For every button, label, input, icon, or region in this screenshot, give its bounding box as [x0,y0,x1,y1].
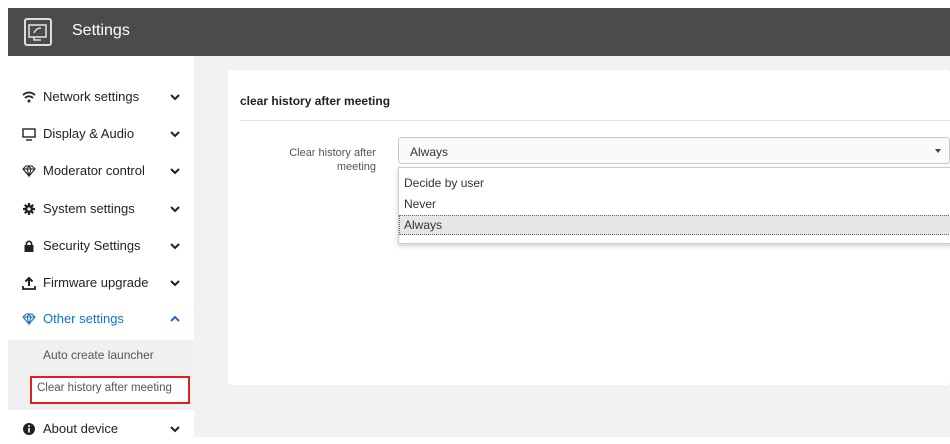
sidebar-item-other-settings[interactable]: Other settings [8,304,194,334]
clear-history-select[interactable]: Always [398,137,950,164]
option-decide-by-user[interactable]: Decide by user [399,173,950,193]
main-content: clear history after meeting Clear histor… [194,56,950,437]
field-label: Clear history after meeting [289,147,376,173]
dropdown-list: Decide by user Never Always [398,167,950,244]
option-label: Decide by user [404,176,485,190]
option-label: Never [404,197,437,211]
sidebar-item-network-settings[interactable]: Network settings [8,82,194,112]
chevron-down-icon [170,94,180,101]
sidebar-item-label: Other settings [43,311,124,326]
chevron-up-icon [170,315,180,322]
chevron-down-icon [170,131,180,138]
sub-item-auto-create-launcher[interactable]: Auto create launcher [43,348,154,362]
sidebar-item-label: About device [43,421,119,436]
sidebar-item-about-device[interactable]: About device [8,414,194,444]
app-title: Settings [72,22,130,39]
lock-icon [24,240,34,252]
top-bar: Settings [8,8,950,56]
sidebar-item-label: Firmware upgrade [43,275,149,290]
divider [240,120,950,121]
sidebar-item-display-audio[interactable]: Display & Audio [8,119,194,149]
screen-share-logo-icon [24,18,52,46]
sub-item-clear-history-after-meeting[interactable]: Clear history after meeting [30,376,190,404]
chevron-down-icon [170,206,180,213]
sidebar-item-label: Network settings [43,89,140,104]
wifi-icon [22,91,36,103]
chevron-down-icon [170,280,180,287]
select-value: Always [410,145,449,159]
chevron-down-icon [170,168,180,175]
sidebar-item-label: Display & Audio [43,126,135,141]
gear-icon [23,203,35,215]
diamond-icon [22,313,36,326]
sidebar-item-label: System settings [43,201,135,216]
info-icon [23,423,35,435]
option-never[interactable]: Never [399,194,950,214]
chevron-down-icon [170,243,180,250]
sidebar-item-system-settings[interactable]: System settings [8,194,194,224]
dropdown-caret-icon [935,149,941,153]
monitor-icon [22,128,36,141]
chevron-down-icon [170,426,180,433]
sidebar-item-firmware-upgrade[interactable]: Firmware upgrade [8,268,194,298]
settings-panel: clear history after meeting Clear histor… [228,70,950,385]
option-label: Always [404,218,443,232]
sidebar-item-moderator-control[interactable]: Moderator control [8,156,194,186]
sidebar-item-security-settings[interactable]: Security Settings [8,231,194,261]
option-always[interactable]: Always [399,215,950,235]
sidebar-item-label: Moderator control [43,163,145,178]
upload-icon [22,276,36,290]
submenu-other-settings: Auto create launcher Clear history after… [8,340,194,410]
section-title: clear history after meeting [240,94,391,108]
diamond-icon [22,165,36,178]
sidebar-item-label: Security Settings [43,238,141,253]
